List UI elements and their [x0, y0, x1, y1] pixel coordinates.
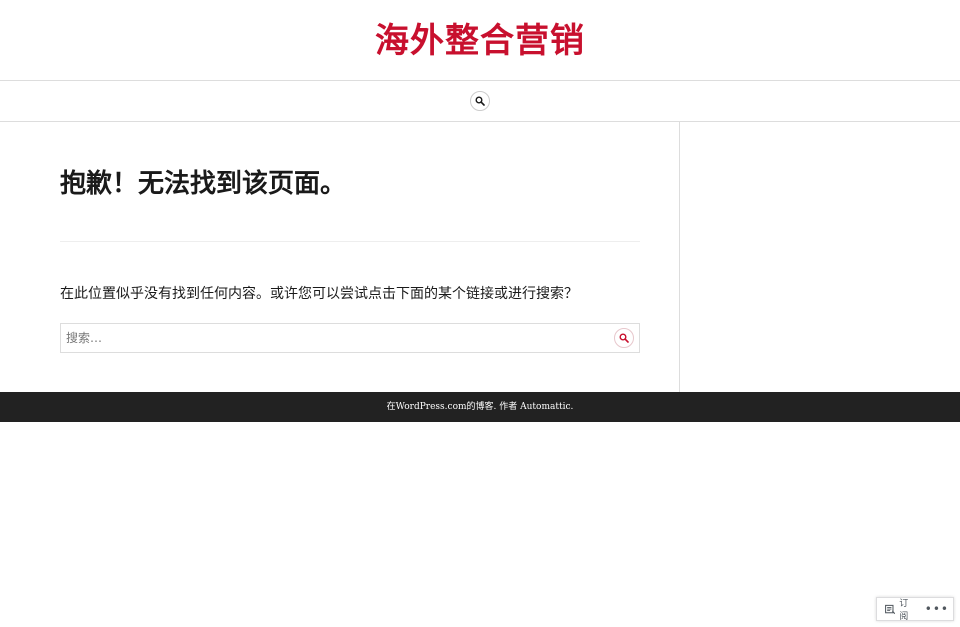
search-icon	[619, 333, 629, 343]
title-divider	[60, 241, 640, 242]
action-bar: 订阅 •••	[876, 597, 954, 622]
search-icon	[475, 96, 485, 106]
content-area: 抱歉！无法找到该页面。 在此位置似乎没有找到任何内容。或许您可以尝试点击下面的某…	[0, 122, 680, 392]
site-header: 海外整合营销	[0, 0, 960, 81]
author-link[interactable]: Automattic.	[520, 402, 573, 412]
reader-icon	[885, 604, 896, 614]
author-prefix: 作者	[496, 402, 521, 412]
subscribe-button[interactable]: 订阅	[877, 598, 921, 622]
search-input[interactable]	[61, 324, 601, 352]
site-footer: 在WordPress.com的博客. 作者 Automattic.	[0, 392, 960, 422]
wordpress-blog-link[interactable]: 在WordPress.com的博客.	[387, 402, 497, 412]
page-title: 抱歉！无法找到该页面。	[60, 169, 347, 199]
search-form	[60, 323, 640, 353]
not-found-message: 在此位置似乎没有找到任何内容。或许您可以尝试点击下面的某个链接或进行搜索？	[60, 286, 578, 302]
subscribe-label: 订阅	[899, 599, 909, 622]
nav-bar	[0, 81, 960, 122]
site-title-link[interactable]: 海外整合营销	[375, 20, 585, 62]
search-submit-button[interactable]	[614, 328, 634, 348]
search-toggle-button[interactable]	[470, 91, 490, 111]
more-options-button[interactable]: •••	[921, 598, 953, 620]
